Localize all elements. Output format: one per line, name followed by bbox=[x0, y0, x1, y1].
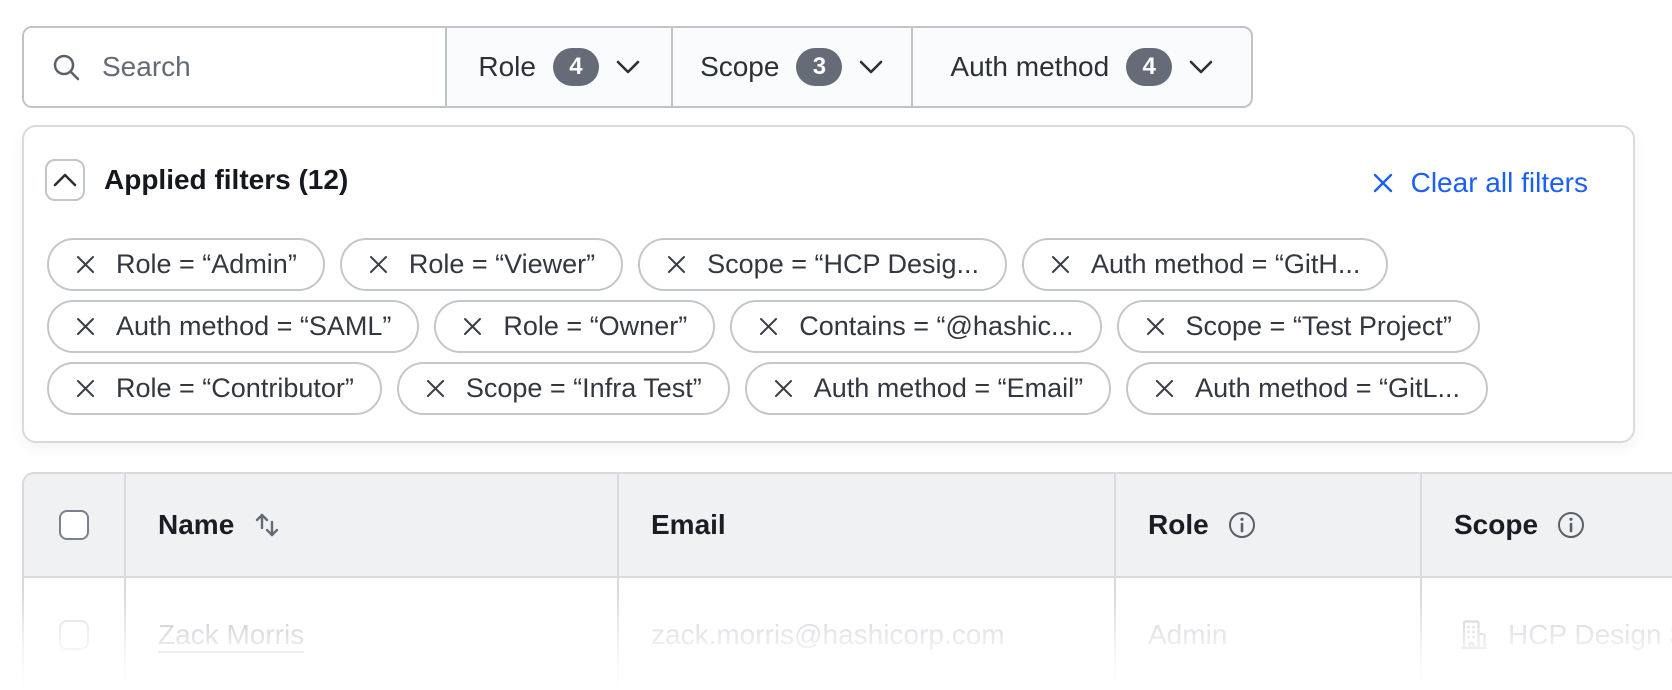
name-column-label: Name bbox=[158, 509, 234, 541]
organization-icon bbox=[1454, 616, 1492, 654]
pill-row: Auth method = “SAML” Role = “Owner” Cont… bbox=[47, 300, 1488, 353]
remove-filter-icon[interactable] bbox=[75, 316, 96, 337]
filter-pill: Role = “Viewer” bbox=[340, 238, 623, 291]
role-column-label: Role bbox=[1148, 509, 1209, 541]
filter-pill-label: Role = “Viewer” bbox=[409, 249, 595, 280]
applied-filter-pills: Role = “Admin” Role = “Viewer” Scope = “… bbox=[47, 238, 1488, 415]
remove-filter-icon[interactable] bbox=[773, 378, 794, 399]
filter-pill-label: Auth method = “SAML” bbox=[116, 311, 391, 342]
select-all-cell bbox=[24, 474, 124, 578]
remove-filter-icon[interactable] bbox=[425, 378, 446, 399]
remove-filter-icon[interactable] bbox=[666, 254, 687, 275]
auth-method-filter-label: Auth method bbox=[950, 51, 1109, 83]
remove-filter-icon[interactable] bbox=[75, 254, 96, 275]
filter-pill-label: Scope = “Test Project” bbox=[1186, 311, 1452, 342]
filter-pill: Role = “Admin” bbox=[47, 238, 325, 291]
scope-filter-label: Scope bbox=[700, 51, 779, 83]
user-name-link[interactable]: Zack Morris bbox=[158, 619, 304, 651]
scope-column-label: Scope bbox=[1454, 509, 1538, 541]
info-icon[interactable] bbox=[1556, 510, 1586, 540]
scope-filter-count-badge: 3 bbox=[796, 48, 842, 86]
filter-pill-label: Auth method = “Email” bbox=[814, 373, 1083, 404]
row-select-cell bbox=[24, 578, 124, 690]
role-filter-dropdown[interactable]: Role 4 bbox=[447, 28, 671, 106]
users-table: Name Email Role Scope Zack Morris bbox=[22, 472, 1672, 690]
filter-pill-label: Role = “Owner” bbox=[503, 311, 687, 342]
email-column-header: Email bbox=[617, 474, 1114, 578]
filter-pill-label: Scope = “HCP Desig... bbox=[707, 249, 979, 280]
filter-pill: Auth method = “SAML” bbox=[47, 300, 419, 353]
applied-filters-header: Applied filters (12) bbox=[45, 159, 348, 201]
filter-pill-label: Contains = “@hashic... bbox=[799, 311, 1073, 342]
name-column-header[interactable]: Name bbox=[124, 474, 617, 578]
row-checkbox[interactable] bbox=[59, 620, 89, 650]
filter-pill: Role = “Contributor” bbox=[47, 362, 382, 415]
filter-pill: Auth method = “GitL... bbox=[1126, 362, 1488, 415]
role-filter-count-badge: 4 bbox=[553, 48, 599, 86]
filter-pill-label: Scope = “Infra Test” bbox=[466, 373, 702, 404]
remove-filter-icon[interactable] bbox=[368, 254, 389, 275]
email-column-label: Email bbox=[651, 509, 726, 541]
filter-pill: Contains = “@hashic... bbox=[730, 300, 1101, 353]
user-scope: HCP Design S bbox=[1508, 619, 1672, 651]
filter-pill-label: Role = “Contributor” bbox=[116, 373, 354, 404]
remove-filter-icon[interactable] bbox=[1050, 254, 1071, 275]
applied-filters-panel: Applied filters (12) Clear all filters R… bbox=[22, 125, 1635, 443]
pill-row: Role = “Admin” Role = “Viewer” Scope = “… bbox=[47, 238, 1488, 291]
remove-filter-icon[interactable] bbox=[1154, 378, 1175, 399]
filter-pill: Scope = “Test Project” bbox=[1117, 300, 1480, 353]
name-cell: Zack Morris bbox=[124, 578, 617, 690]
filter-pill: Auth method = “Email” bbox=[745, 362, 1111, 415]
role-column-header: Role bbox=[1114, 474, 1420, 578]
auth-method-filter-dropdown[interactable]: Auth method 4 bbox=[911, 28, 1251, 106]
filter-pill-label: Role = “Admin” bbox=[116, 249, 297, 280]
scope-column-header: Scope bbox=[1420, 474, 1672, 578]
clear-all-filters-button[interactable]: Clear all filters bbox=[1370, 167, 1588, 199]
remove-filter-icon[interactable] bbox=[1145, 316, 1166, 337]
user-role: Admin bbox=[1148, 619, 1227, 651]
auth-method-filter-count-badge: 4 bbox=[1126, 48, 1172, 86]
user-email: zack.morris@hashicorp.com bbox=[651, 619, 1005, 651]
search-input[interactable] bbox=[102, 51, 402, 83]
sort-icon[interactable] bbox=[252, 510, 282, 540]
chevron-up-icon bbox=[53, 173, 77, 187]
info-icon[interactable] bbox=[1227, 510, 1257, 540]
filter-pill: Role = “Owner” bbox=[434, 300, 715, 353]
search-box[interactable] bbox=[24, 28, 447, 106]
search-icon bbox=[50, 51, 82, 83]
clear-icon bbox=[1370, 170, 1396, 196]
select-all-checkbox[interactable] bbox=[59, 510, 89, 540]
scope-filter-dropdown[interactable]: Scope 3 bbox=[671, 28, 911, 106]
role-filter-label: Role bbox=[478, 51, 536, 83]
remove-filter-icon[interactable] bbox=[462, 316, 483, 337]
filter-pill: Scope = “Infra Test” bbox=[397, 362, 730, 415]
filter-pill: Scope = “HCP Desig... bbox=[638, 238, 1007, 291]
filter-toolbar: Role 4 Scope 3 Auth method 4 bbox=[22, 26, 1253, 108]
collapse-filters-button[interactable] bbox=[45, 159, 85, 201]
filter-pill: Auth method = “GitH... bbox=[1022, 238, 1388, 291]
remove-filter-icon[interactable] bbox=[75, 378, 96, 399]
email-cell: zack.morris@hashicorp.com bbox=[617, 578, 1114, 690]
chevron-down-icon bbox=[859, 60, 883, 75]
scope-cell: HCP Design S bbox=[1420, 578, 1672, 690]
chevron-down-icon bbox=[1189, 60, 1213, 75]
clear-all-filters-label: Clear all filters bbox=[1411, 167, 1588, 199]
applied-filters-title: Applied filters (12) bbox=[104, 164, 348, 196]
pill-row: Role = “Contributor” Scope = “Infra Test… bbox=[47, 362, 1488, 415]
role-cell: Admin bbox=[1114, 578, 1420, 690]
remove-filter-icon[interactable] bbox=[758, 316, 779, 337]
filter-pill-label: Auth method = “GitH... bbox=[1091, 249, 1360, 280]
filter-pill-label: Auth method = “GitL... bbox=[1195, 373, 1460, 404]
chevron-down-icon bbox=[616, 60, 640, 75]
